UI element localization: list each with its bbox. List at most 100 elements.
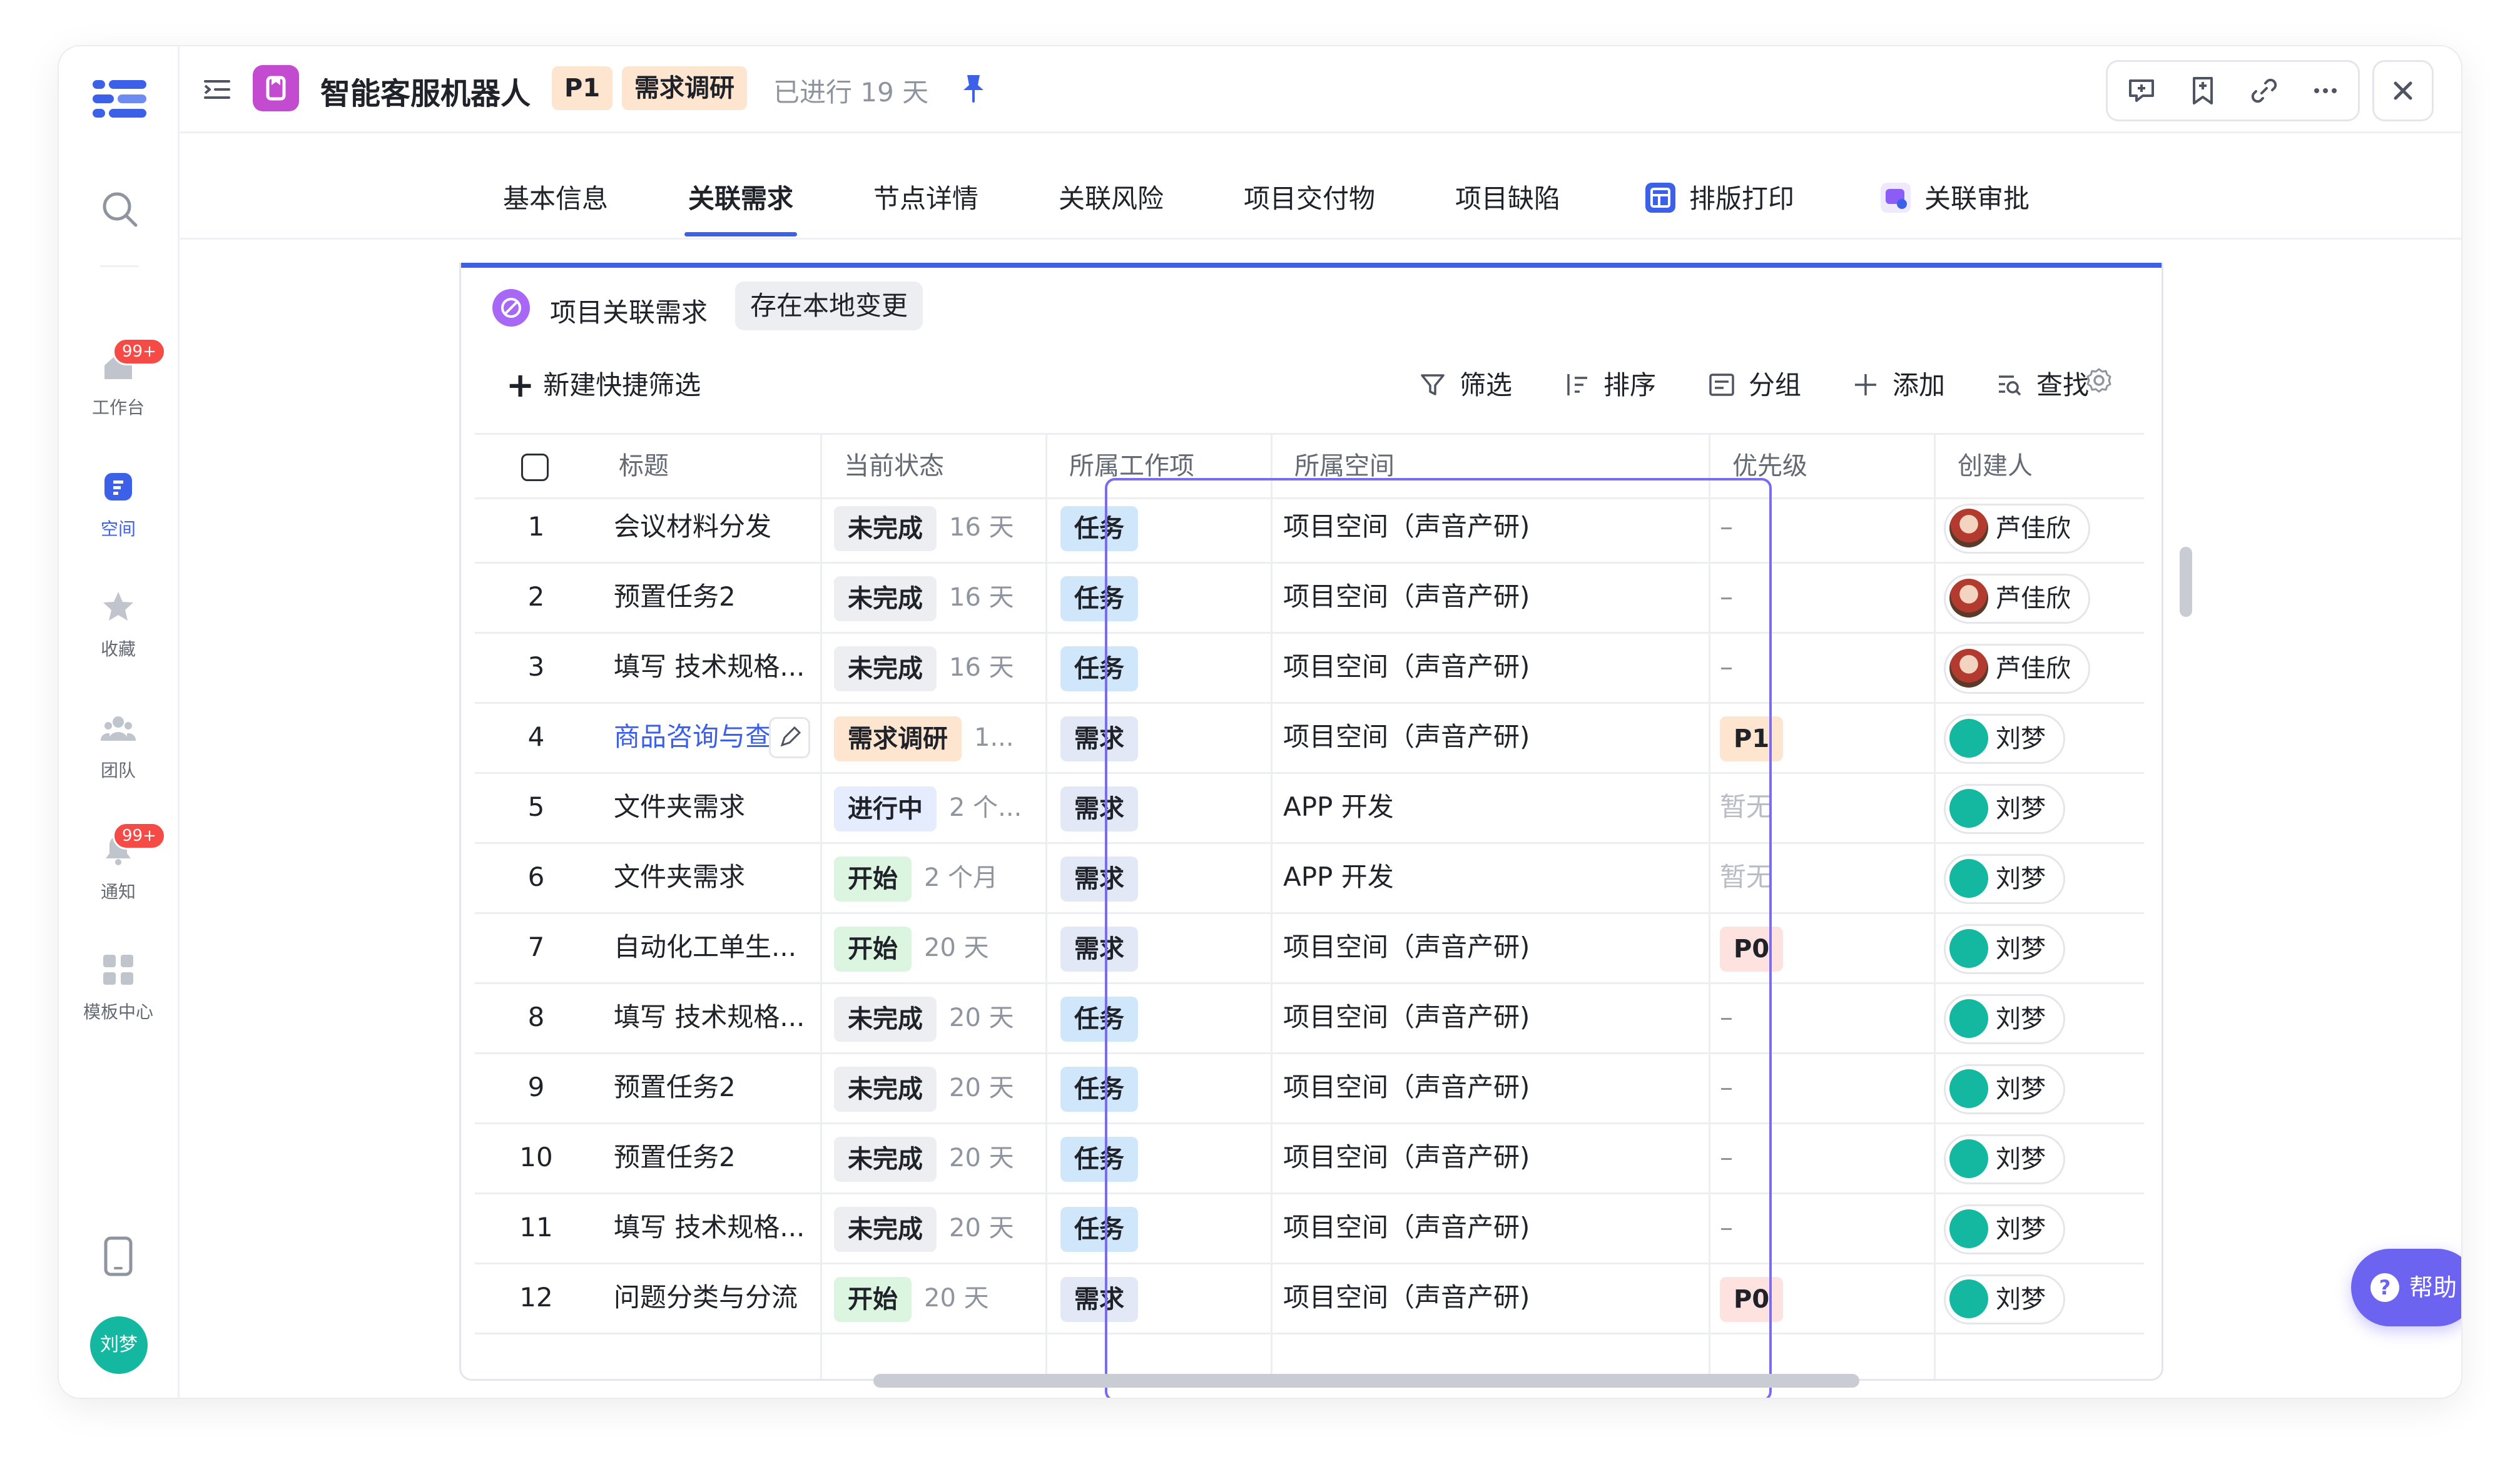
work-item-cell[interactable]: 任务 [1060,982,1273,1052]
close-button[interactable] [2372,60,2434,121]
space-cell[interactable]: 项目空间（声音产研) [1283,1052,1709,1122]
creator-chip[interactable]: 刘梦 [1944,994,2065,1044]
work-item-cell[interactable]: 需求 [1060,702,1273,772]
priority-empty[interactable]: – [1720,1002,1733,1032]
space-cell[interactable]: 项目空间（声音产研) [1283,632,1709,702]
creator-cell[interactable]: 刘梦 [1944,772,2144,842]
help-button[interactable]: ? 帮助 [2351,1249,2461,1326]
row-title[interactable]: 自动化工单生... [614,912,814,982]
creator-chip[interactable]: 刘梦 [1944,713,2065,764]
status-cell[interactable]: 未完成 20 天 [834,1122,1053,1192]
priority-cell[interactable]: P0 [1720,1263,1933,1333]
status-cell[interactable]: 开始 20 天 [834,912,1053,982]
space-cell[interactable]: 项目空间（声音产研) [1283,1263,1709,1333]
tab-layout-print[interactable]: 排版打印 [1645,178,1794,236]
priority-cell[interactable]: – [1720,982,1933,1052]
select-all-checkbox[interactable] [521,454,549,481]
priority-cell[interactable]: 暂无 [1720,772,1933,842]
status-cell[interactable]: 未完成 20 天 [834,982,1053,1052]
row-title[interactable]: 文件夹需求 [614,842,814,912]
space-cell[interactable]: 项目空间（声音产研) [1283,912,1709,982]
status-cell[interactable]: 未完成 16 天 [834,562,1053,632]
status-cell[interactable]: 开始 20 天 [834,1263,1053,1333]
header-priority[interactable]: 优先级 [1732,435,1807,497]
priority-cell[interactable]: – [1720,1192,1933,1263]
horizontal-scrollbar[interactable] [873,1374,1859,1388]
priority-empty[interactable]: – [1720,1072,1733,1102]
priority-empty[interactable]: – [1720,1212,1733,1243]
table-row[interactable]: 4 商品咨询与查 需求调研 1... 需求 项目空间（声音产研) P1 刘梦 [475,702,2144,774]
table-row[interactable]: 12 问题分类与分流 开始 20 天 需求 项目空间（声音产研) P0 刘梦 [475,1263,2144,1334]
search-icon[interactable] [99,189,140,229]
row-title[interactable]: 问题分类与分流 [614,1263,814,1333]
creator-cell[interactable]: 刘梦 [1944,912,2144,982]
row-title[interactable]: 填写 技术规格... [614,1192,814,1263]
work-item-cell[interactable]: 任务 [1060,632,1273,702]
space-cell[interactable]: 项目空间（声音产研) [1283,492,1709,562]
creator-chip[interactable]: 芦佳欣 [1944,573,2090,624]
tab-defects[interactable]: 项目缺陷 [1455,178,1560,236]
tab-related-approvals[interactable]: 关联审批 [1881,178,2030,236]
header-work-item[interactable]: 所属工作项 [1069,435,1194,497]
space-cell[interactable]: 项目空间（声音产研) [1283,1122,1709,1192]
sidebar-item[interactable]: 99+ 工作台 [59,338,178,419]
more-icon[interactable] [2309,74,2342,107]
space-cell[interactable]: 项目空间（声音产研) [1283,562,1709,632]
sidebar-item[interactable]: 模板中心 [59,951,178,1024]
work-item-cell[interactable]: 任务 [1060,1122,1273,1192]
tab-deliverables[interactable]: 项目交付物 [1244,178,1375,236]
space-cell[interactable]: APP 开发 [1283,772,1709,842]
creator-chip[interactable]: 刘梦 [1944,783,2065,834]
row-title[interactable]: 填写 技术规格... [614,632,814,702]
status-cell[interactable]: 未完成 20 天 [834,1192,1053,1263]
priority-cell[interactable]: 暂无 [1720,842,1933,912]
tab-node-details[interactable]: 节点详情 [873,178,978,236]
work-item-cell[interactable]: 需求 [1060,912,1273,982]
creator-cell[interactable]: 刘梦 [1944,1263,2144,1333]
stage-tag[interactable]: 需求调研 [622,66,747,110]
priority-pill[interactable]: P0 [1720,926,1784,972]
work-item-cell[interactable]: 需求 [1060,1263,1273,1333]
sidebar-item[interactable]: 团队 [59,709,178,782]
creator-cell[interactable]: 芦佳欣 [1944,492,2144,562]
table-row[interactable]: 5 文件夹需求 进行中 2 个... 需求 APP 开发 暂无 刘梦 [475,772,2144,844]
space-cell[interactable]: 项目空间（声音产研) [1283,982,1709,1052]
creator-chip[interactable]: 刘梦 [1944,1064,2065,1114]
status-cell[interactable]: 未完成 20 天 [834,1052,1053,1122]
status-cell[interactable]: 需求调研 1... [834,702,1053,772]
creator-cell[interactable]: 芦佳欣 [1944,632,2144,702]
table-row[interactable]: 11 填写 技术规格... 未完成 20 天 任务 项目空间（声音产研) – 刘梦 [475,1192,2144,1264]
priority-empty[interactable]: 暂无 [1720,862,1772,892]
status-cell[interactable]: 进行中 2 个... [834,772,1053,842]
priority-cell[interactable]: P0 [1720,912,1933,982]
creator-chip[interactable]: 刘梦 [1944,1134,2065,1184]
header-title[interactable]: 标题 [619,435,669,497]
sidebar-item[interactable]: 收藏 [59,588,178,661]
space-cell[interactable]: APP 开发 [1283,842,1709,912]
user-avatar[interactable]: 刘梦 [90,1316,148,1374]
work-item-cell[interactable]: 任务 [1060,1192,1273,1263]
priority-empty[interactable]: – [1720,1142,1733,1172]
creator-cell[interactable]: 刘梦 [1944,702,2144,772]
edit-title-button[interactable] [769,717,810,758]
status-cell[interactable]: 未完成 16 天 [834,492,1053,562]
row-title[interactable]: 预置任务2 [614,562,814,632]
find-button[interactable]: 查找 [1995,364,2089,402]
priority-cell[interactable]: – [1720,632,1933,702]
creator-chip[interactable]: 刘梦 [1944,1204,2065,1254]
creator-cell[interactable]: 刘梦 [1944,1192,2144,1263]
row-title[interactable]: 会议材料分发 [614,492,814,562]
row-title[interactable]: 文件夹需求 [614,772,814,842]
creator-chip[interactable]: 刘梦 [1944,1274,2065,1324]
creator-cell[interactable]: 刘梦 [1944,982,2144,1052]
sidebar-item[interactable]: 99+ 通知 [59,822,178,903]
priority-cell[interactable]: – [1720,1052,1933,1122]
table-row[interactable]: 9 预置任务2 未完成 20 天 任务 项目空间（声音产研) – 刘梦 [475,1052,2144,1124]
row-title[interactable]: 填写 技术规格... [614,982,814,1052]
priority-pill[interactable]: P0 [1720,1276,1784,1322]
status-cell[interactable]: 未完成 16 天 [834,632,1053,702]
status-cell[interactable]: 开始 2 个月 [834,842,1053,912]
work-item-cell[interactable]: 任务 [1060,562,1273,632]
link-icon[interactable] [2248,74,2280,107]
tab-related-requirements[interactable]: 关联需求 [684,178,798,236]
